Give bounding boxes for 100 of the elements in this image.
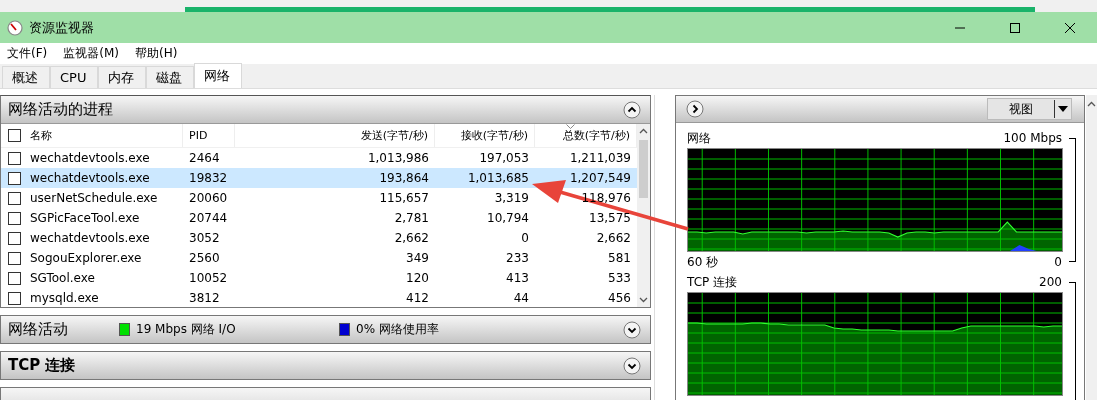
table-cell: 120	[406, 271, 429, 285]
table-cell: 13,575	[589, 211, 631, 225]
tab[interactable]: CPU	[50, 66, 98, 88]
table-cell: 115,657	[379, 191, 429, 205]
table-cell: 1,207,549	[569, 171, 631, 185]
scroll-up-icon[interactable]	[639, 128, 648, 134]
table-cell: 20060	[189, 191, 228, 205]
section-header[interactable]: 网络活动 19 Mbps 网络 I/O 0% 网络使用率	[0, 315, 651, 344]
menu-item[interactable]: 帮助(H)	[135, 45, 178, 62]
column-header[interactable]: 名称	[24, 124, 183, 147]
section-header[interactable]: 网络活动的进程	[1, 96, 650, 124]
table-cell: 3052	[189, 231, 220, 245]
chart-min-label: 0	[1054, 255, 1062, 269]
table-cell: 1,013,685	[467, 171, 529, 185]
table-cell: 1,013,986	[367, 151, 429, 165]
table-cell: SGPicFaceTool.exe	[30, 211, 140, 225]
section-title: 网络活动的进程	[8, 100, 113, 119]
table-cell: 10052	[189, 271, 228, 285]
chevron-icon[interactable]	[623, 100, 641, 119]
tab[interactable]: 概述	[2, 66, 50, 88]
table-cell: 44	[513, 291, 529, 305]
scroll-up-icon[interactable]	[1087, 101, 1096, 107]
table-cell: 10,794	[487, 211, 529, 225]
monitor-icon	[7, 19, 23, 36]
table-cell: 19832	[189, 171, 228, 185]
table-cell: 349	[406, 251, 429, 265]
checkbox[interactable]	[8, 231, 21, 245]
section-title: TCP 连接	[8, 356, 76, 375]
table-row[interactable]: wechatdevtools.exe 2464 1,013,986 197,053 1,211,039	[1, 148, 637, 168]
table-row[interactable]: wechatdevtools.exe 19832 193,864 1,013,685 1,207,549	[1, 168, 637, 188]
table-cell: 2560	[189, 251, 220, 265]
table-cell: wechatdevtools.exe	[30, 231, 150, 245]
checkbox[interactable]	[8, 191, 21, 205]
checkbox[interactable]	[8, 211, 21, 225]
scroll-thumb[interactable]	[639, 140, 648, 198]
table-cell: 533	[608, 271, 631, 285]
time-span-label: 60 秒	[687, 253, 719, 271]
chart-max-label: 100 Mbps	[1003, 131, 1062, 145]
scroll-down-icon[interactable]	[639, 297, 648, 303]
table-row[interactable]: SGTool.exe 10052 120 413 533	[1, 268, 637, 288]
table-cell: 233	[506, 251, 529, 265]
table-row[interactable]: mysqld.exe 3812 412 44 456	[1, 288, 637, 308]
table-cell: 197,053	[479, 151, 529, 165]
tab[interactable]: 磁盘	[146, 66, 194, 88]
chart-title: TCP 连接	[687, 273, 738, 291]
dropdown-arrow-icon	[1058, 106, 1068, 112]
table-cell: 413	[506, 271, 529, 285]
table-cell: 412	[406, 291, 429, 305]
table-cell: 3,319	[494, 191, 529, 205]
table-cell: wechatdevtools.exe	[30, 151, 150, 165]
table-cell: 0	[521, 231, 529, 245]
table-row[interactable]: userNetSchedule.exe 20060 115,657 3,319 118,976	[1, 188, 637, 208]
window-title: 资源监视器	[29, 18, 94, 37]
table-cell: wechatdevtools.exe	[30, 171, 150, 185]
column-header[interactable]: PID	[183, 124, 235, 147]
checkbox[interactable]	[8, 251, 21, 265]
view-button[interactable]: 视图	[987, 98, 1072, 120]
section-title: 网络活动	[8, 320, 68, 339]
chart-title: 网络	[687, 129, 711, 147]
table-row[interactable]: SGPicFaceTool.exe 20744 2,781 10,794 13,575	[1, 208, 637, 228]
sort-caret-icon	[566, 124, 575, 129]
table-cell: 581	[608, 251, 631, 265]
checkbox[interactable]	[8, 271, 21, 285]
table-row[interactable]: SogouExplorer.exe 2560 349 233 581	[1, 248, 637, 268]
menu-item[interactable]: 文件(F)	[7, 45, 48, 62]
chevron-icon[interactable]	[623, 320, 641, 339]
menu-item[interactable]: 监视器(M)	[63, 45, 119, 62]
scrollbar[interactable]	[1086, 95, 1097, 400]
checkbox[interactable]	[8, 291, 21, 305]
column-header[interactable]: 接收(字节/秒)	[435, 124, 535, 147]
tab[interactable]: 网络	[194, 63, 242, 88]
table-cell: 456	[608, 291, 631, 305]
table-cell: 118,976	[581, 191, 631, 205]
legend-label: 19 Mbps 网络 I/O	[136, 321, 236, 338]
table-cell: SogouExplorer.exe	[30, 251, 142, 265]
chevron-icon[interactable]	[623, 356, 641, 375]
column-header[interactable]: 发送(字节/秒)	[235, 124, 435, 147]
checkbox[interactable]	[8, 171, 21, 185]
expand-right-icon[interactable]	[686, 100, 704, 118]
table-row[interactable]: wechatdevtools.exe 3052 2,662 0 2,662	[1, 228, 637, 248]
table-cell: 193,864	[379, 171, 429, 185]
legend-label: 0% 网络使用率	[356, 321, 439, 338]
table-cell: 20744	[189, 211, 228, 225]
scrollbar[interactable]	[637, 124, 650, 307]
checkbox[interactable]	[8, 151, 21, 165]
table-cell: 2,662	[394, 231, 429, 245]
table-cell: 3812	[189, 291, 220, 305]
table-cell: SGTool.exe	[30, 271, 95, 285]
table-cell: userNetSchedule.exe	[30, 191, 158, 205]
table-cell: 2464	[189, 151, 220, 165]
tab[interactable]: 内存	[98, 66, 146, 88]
close-icon[interactable]	[1064, 21, 1076, 34]
chart-max-label: 200	[1039, 275, 1062, 289]
table-cell: mysqld.exe	[30, 291, 99, 305]
maximize-icon[interactable]	[1009, 21, 1021, 34]
section-header[interactable]: TCP 连接	[0, 351, 651, 380]
table-cell: 1,211,039	[569, 151, 631, 165]
table-cell: 2,781	[394, 211, 429, 225]
checkbox[interactable]	[8, 129, 21, 142]
table-cell: 2,662	[596, 231, 631, 245]
